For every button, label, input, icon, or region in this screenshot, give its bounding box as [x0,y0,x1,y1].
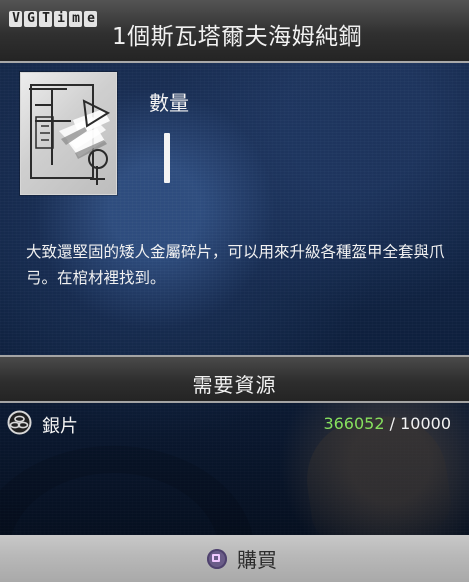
watermark-letter-e: e [84,10,97,27]
buy-button-label: 購買 [237,548,277,572]
required-resources-header: 需要資源 [0,355,469,403]
quantity-selector[interactable] [164,133,170,183]
square-button-icon [207,548,227,569]
vgtime-watermark: V G T i m e [9,7,97,30]
item-purchase-screen: V G T i m e 1個斯瓦塔爾夫海姆純鋼 數量 大致還堅固的矮人金屬碎片，… [0,0,469,582]
silver-pieces-amount: 366052 / 10000 [323,414,451,433]
item-description: 大致還堅固的矮人金屬碎片，可以用來升級各種盔甲全套與爪弓。在棺材裡找到。 [26,243,445,287]
watermark-letter-v: V [9,10,22,27]
current-silver-pieces: 366052 [323,414,385,433]
watermark-letter-g: G [24,10,37,27]
amount-separator: / [389,414,395,433]
watermark-letter-t: T [39,10,52,27]
quantity-label: 數量 [149,91,189,115]
steel-ingot-image-icon [29,84,111,185]
silver-pieces-icon [7,410,32,435]
bottom-action-bar: 購買 [0,535,469,582]
required-silver-pieces: 10000 [400,414,451,433]
silver-pieces-label: 銀片 [42,416,78,437]
item-title: 1個斯瓦塔爾夫海姆純鋼 [112,24,363,50]
watermark-letter-i: i [54,10,67,27]
required-resources-title: 需要資源 [192,373,277,397]
silver-pieces-resource-row: 銀片 366052 / 10000 [0,406,469,441]
steel-ingot-image [20,72,117,195]
watermark-letter-m: m [69,10,82,27]
item-title-bar: V G T i m e 1個斯瓦塔爾夫海姆純鋼 [0,0,469,63]
buy-button[interactable]: 購買 [197,542,287,575]
